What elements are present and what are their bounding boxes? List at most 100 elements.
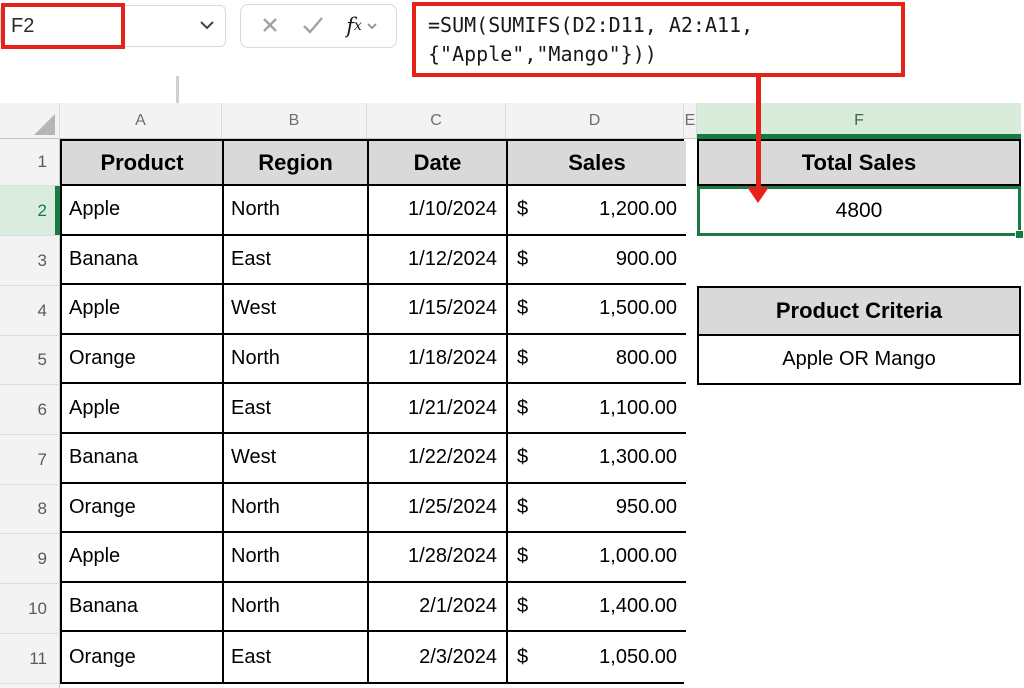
formula-line-2: {"Apple","Mango"})) [428,40,901,69]
row-header-8[interactable]: 8 [0,485,60,534]
cell-c2[interactable]: 1/10/2024 [369,186,508,236]
sales-amount: 900.00 [616,248,677,271]
cell-a9[interactable]: Apple [62,533,224,583]
cell-a8[interactable]: Orange [62,484,224,534]
cell-c4[interactable]: 1/15/2024 [369,285,508,335]
cell-d4[interactable]: $1,500.00 [508,285,686,335]
formula-bar-input[interactable]: =SUM(SUMIFS(D2:D11, A2:A11, {"Apple","Ma… [412,2,905,77]
cell-b11[interactable]: East [224,632,369,682]
cell-d10[interactable]: $1,400.00 [508,583,686,633]
cell-b4[interactable]: West [224,285,369,335]
formula-line-1: =SUM(SUMIFS(D2:D11, A2:A11, [428,11,901,40]
table-header-product[interactable]: Product [62,141,224,186]
currency-symbol: $ [517,297,528,320]
column-header-b[interactable]: B [222,103,367,138]
annotation-arrowhead-icon [747,187,769,203]
sales-amount: 1,200.00 [599,198,677,221]
cell-a4[interactable]: Apple [62,285,224,335]
row-header-9[interactable]: 9 [0,534,60,584]
cell-d3[interactable]: $900.00 [508,236,686,286]
cell-b10[interactable]: North [224,583,369,633]
column-header-f-selected[interactable]: F [697,103,1021,138]
cell-c3[interactable]: 1/12/2024 [369,236,508,286]
cell-d5[interactable]: $800.00 [508,335,686,385]
sales-amount: 1,500.00 [599,297,677,320]
row-header-10[interactable]: 10 [0,584,60,634]
sales-amount: 1,100.00 [599,397,677,420]
cell-d2[interactable]: $1,200.00 [508,186,686,236]
row-header-6[interactable]: 6 [0,385,60,435]
row-header-7[interactable]: 7 [0,435,60,485]
currency-symbol: $ [517,446,528,469]
cancel-button[interactable] [260,15,280,38]
selected-cell-f2[interactable]: 4800 [697,186,1021,236]
annotation-arrow [756,76,761,189]
column-header-a[interactable]: A [60,103,222,138]
row-header-3[interactable]: 3 [0,236,60,286]
cell-a7[interactable]: Banana [62,434,224,484]
cell-c5[interactable]: 1/18/2024 [369,335,508,385]
name-box[interactable]: F2 [0,5,226,47]
cell-c6[interactable]: 1/21/2024 [369,384,508,434]
criteria-header-cell[interactable]: Product Criteria [699,288,1019,336]
currency-symbol: $ [517,198,528,221]
insert-function-button[interactable]: fx [346,14,377,38]
sales-amount: 1,000.00 [599,545,677,568]
cell-a11[interactable]: Orange [62,632,224,682]
cell-a3[interactable]: Banana [62,236,224,286]
cell-c11[interactable]: 2/3/2024 [369,632,508,682]
total-sales-value: 4800 [836,199,883,223]
cell-b3[interactable]: East [224,236,369,286]
total-sales-header-cell[interactable]: Total Sales [697,139,1021,186]
currency-symbol: $ [517,595,528,618]
column-header-e[interactable]: E [684,103,697,138]
cell-c9[interactable]: 1/28/2024 [369,533,508,583]
cell-d11[interactable]: $1,050.00 [508,632,686,682]
row-header-11[interactable]: 11 [0,634,60,684]
fill-handle[interactable] [1015,230,1024,239]
cell-b8[interactable]: North [224,484,369,534]
currency-symbol: $ [517,646,528,669]
enter-button[interactable] [302,16,324,37]
cell-d8[interactable]: $950.00 [508,484,686,534]
name-box-value[interactable]: F2 [11,15,34,38]
row-header-1[interactable]: 1 [0,139,60,186]
cell-a6[interactable]: Apple [62,384,224,434]
currency-symbol: $ [517,248,528,271]
cell-a10[interactable]: Banana [62,583,224,633]
cell-a2[interactable]: Apple [62,186,224,236]
cell-d6[interactable]: $1,100.00 [508,384,686,434]
cell-a5[interactable]: Orange [62,335,224,385]
sales-amount: 1,400.00 [599,595,677,618]
cell-b2[interactable]: North [224,186,369,236]
column-header-c[interactable]: C [367,103,506,138]
criteria-value-cell[interactable]: Apple OR Mango [699,336,1019,383]
cell-d7[interactable]: $1,300.00 [508,434,686,484]
sales-amount: 950.00 [616,496,677,519]
row-header-2-selected[interactable]: 2 [0,186,60,236]
spreadsheet-app: F2 fx =SUM(SUMIFS(D2:D11, A2:A11, {"Appl… [0,0,1024,688]
check-icon [302,16,324,37]
x-icon [260,15,280,38]
cell-d9[interactable]: $1,000.00 [508,533,686,583]
cell-b7[interactable]: West [224,434,369,484]
criteria-box: Product Criteria Apple OR Mango [697,286,1021,385]
cell-c10[interactable]: 2/1/2024 [369,583,508,633]
cell-b5[interactable]: North [224,335,369,385]
column-header-strip: A B C D E F [0,103,1021,139]
table-header-date[interactable]: Date [369,141,508,186]
sales-amount: 800.00 [616,347,677,370]
table-header-region[interactable]: Region [224,141,369,186]
column-header-d[interactable]: D [506,103,684,138]
cell-c7[interactable]: 1/22/2024 [369,434,508,484]
cell-b9[interactable]: North [224,533,369,583]
select-all-corner[interactable] [0,103,60,138]
table-header-sales[interactable]: Sales [508,141,686,186]
row-header-5[interactable]: 5 [0,336,60,385]
row-header-4[interactable]: 4 [0,286,60,336]
sales-amount: 1,050.00 [599,646,677,669]
chevron-down-icon[interactable] [199,17,215,35]
data-table: Product Region Date Sales Apple North 1/… [60,139,684,684]
cell-c8[interactable]: 1/25/2024 [369,484,508,534]
cell-b6[interactable]: East [224,384,369,434]
